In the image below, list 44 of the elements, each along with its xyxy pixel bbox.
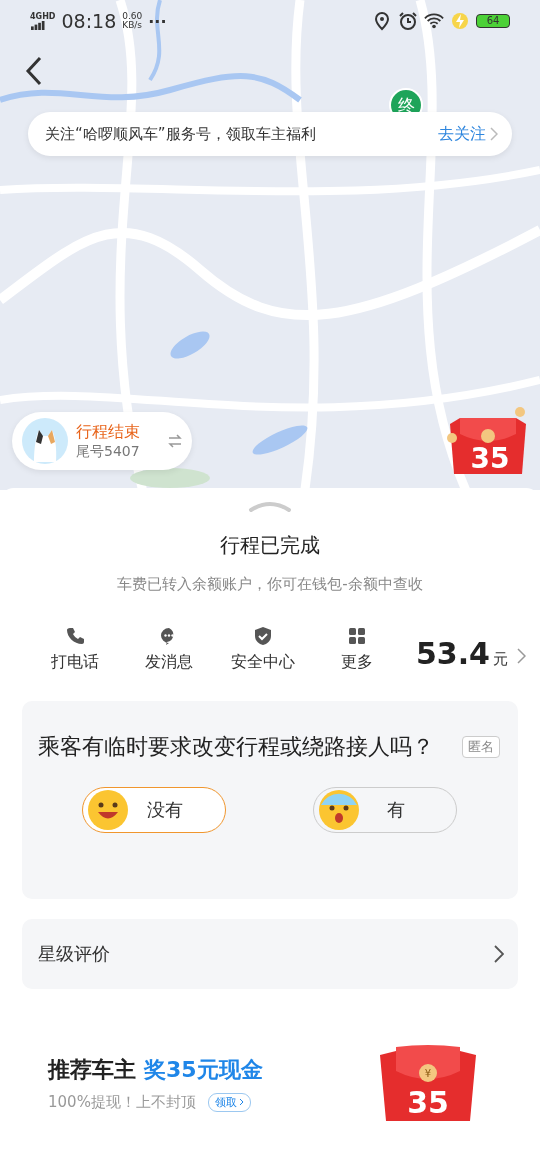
answer-option[interactable]: 没有 [81, 787, 226, 833]
trip-status: 行程结束 [76, 421, 141, 443]
fare-amount: 53.4 [415, 636, 490, 671]
fare-unit: 元 [493, 650, 508, 669]
grid-icon [347, 626, 367, 646]
speed-unit: KB/s [122, 21, 143, 30]
cat-avatar-icon [22, 418, 68, 464]
battery-level: 64 [476, 14, 510, 28]
happy-face-icon [86, 789, 129, 831]
action-button[interactable]: 安全中心 [216, 626, 310, 673]
alarm-clock-icon [398, 11, 418, 31]
phone-icon [65, 626, 85, 646]
shield-icon [253, 626, 273, 646]
rating-row[interactable]: 星级评价 [22, 919, 518, 989]
promo-subtitle: 100%提现！上不封顶 [48, 1092, 196, 1112]
location-pin-icon [372, 11, 392, 31]
notice-text: 关注“哈啰顺风车”服务号，领取车主福利 [45, 124, 317, 144]
charging-icon [450, 11, 470, 31]
swap-icon [168, 434, 182, 448]
chevron-icon[interactable] [517, 648, 526, 664]
promo-reward: 奖35元现金 [144, 1055, 263, 1084]
chevron-icon [490, 127, 498, 141]
trip-subtitle: 车费已转入余额账户，你可在钱包-余额中查收 [116, 575, 424, 594]
action-button[interactable]: 更多 [310, 626, 404, 673]
claim-link[interactable]: 领取 [207, 1092, 251, 1112]
chevron-icon [494, 945, 504, 963]
chevron-icon [238, 1097, 244, 1106]
worried-face-icon [317, 789, 360, 831]
collapse-handle-icon[interactable] [248, 500, 292, 512]
network-type-text: 4GHD [30, 12, 56, 21]
trip-title: 行程已完成 [219, 532, 321, 559]
network-speed: 0.60 [122, 12, 143, 21]
answer-option[interactable]: 有 [312, 787, 457, 833]
action-button[interactable]: 打电话 [28, 626, 122, 673]
more-indicator: ··· [148, 11, 167, 31]
promo-title: 推荐车主 [48, 1055, 136, 1084]
anonymous-tag: 匿名 [462, 736, 500, 758]
survey-question: 乘客有临时要求改变行程或绕路接人吗？ [38, 733, 435, 761]
action-button[interactable]: 发消息 [122, 626, 216, 673]
status-time: 08:18 [61, 10, 117, 32]
follow-link[interactable]: 去关注 [438, 123, 498, 145]
wifi-icon [424, 11, 444, 31]
plate-number: 尾号5407 [76, 442, 141, 461]
driver-status-card[interactable]: 行程结束 尾号5407 [12, 412, 192, 470]
